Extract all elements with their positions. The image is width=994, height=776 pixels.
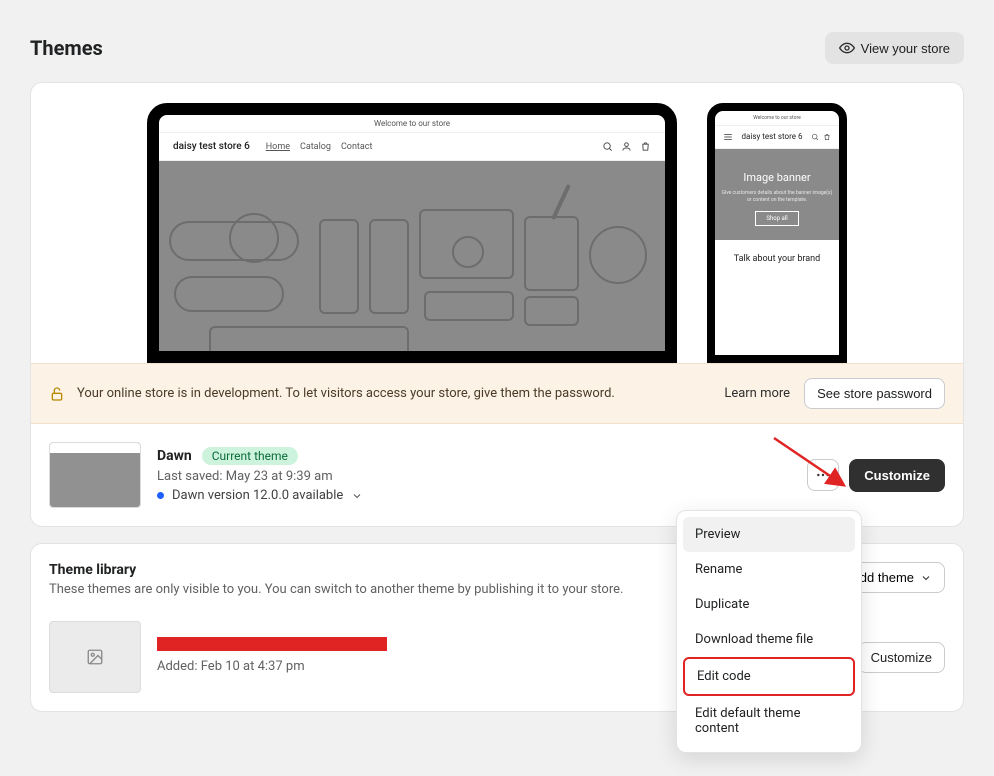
page-title: Themes bbox=[30, 36, 103, 60]
store-header-icons bbox=[602, 141, 651, 152]
mobile-store-name: daisy test store 6 bbox=[742, 133, 803, 142]
user-icon bbox=[621, 141, 632, 152]
store-nav: Home Catalog Contact bbox=[266, 142, 373, 152]
ellipsis-icon bbox=[815, 467, 831, 483]
theme-actions-menu: Preview Rename Duplicate Download theme … bbox=[676, 510, 862, 753]
menu-icon bbox=[723, 132, 733, 142]
library-customize-button[interactable]: Customize bbox=[858, 642, 945, 673]
mobile-announce-bar: Welcome to our store bbox=[715, 111, 839, 126]
view-store-label: View your store bbox=[861, 41, 950, 56]
store-name: daisy test store 6 bbox=[173, 141, 250, 152]
page-header: Themes View your store bbox=[30, 0, 964, 82]
chevron-down-icon bbox=[920, 572, 932, 584]
learn-more-link[interactable]: Learn more bbox=[724, 386, 790, 401]
mobile-banner: Image banner Give customers details abou… bbox=[715, 149, 839, 240]
mobile-brand-text: Talk about your brand bbox=[715, 240, 839, 278]
search-icon bbox=[602, 141, 613, 152]
current-theme-badge: Current theme bbox=[202, 447, 298, 465]
menu-item-download[interactable]: Download theme file bbox=[683, 622, 855, 657]
menu-item-edit-code[interactable]: Edit code bbox=[683, 657, 855, 696]
nav-home: Home bbox=[266, 142, 290, 152]
theme-thumbnail bbox=[49, 442, 141, 508]
redacted-theme-name bbox=[157, 637, 387, 651]
last-saved-text: Last saved: May 23 at 9:39 am bbox=[157, 469, 791, 484]
menu-item-rename[interactable]: Rename bbox=[683, 552, 855, 587]
version-available-line[interactable]: Dawn version 12.0.0 available bbox=[157, 488, 791, 503]
more-actions-button[interactable] bbox=[807, 459, 839, 491]
dev-banner-text: Your online store is in development. To … bbox=[77, 386, 615, 401]
update-dot-icon bbox=[157, 492, 164, 499]
view-store-button[interactable]: View your store bbox=[825, 32, 964, 64]
desktop-preview: Welcome to our store daisy test store 6 … bbox=[147, 103, 677, 363]
store-announce-bar: Welcome to our store bbox=[159, 115, 665, 133]
image-placeholder-icon bbox=[86, 648, 104, 666]
menu-item-duplicate[interactable]: Duplicate bbox=[683, 587, 855, 622]
bag-icon bbox=[823, 133, 831, 141]
customize-button[interactable]: Customize bbox=[849, 459, 945, 492]
library-subtitle: These themes are only visible to you. Yo… bbox=[49, 582, 623, 597]
eye-icon bbox=[839, 40, 855, 56]
search-icon bbox=[811, 133, 819, 141]
chevron-down-icon bbox=[351, 490, 363, 502]
menu-item-edit-default[interactable]: Edit default theme content bbox=[683, 696, 855, 746]
version-available-text: Dawn version 12.0.0 available bbox=[172, 488, 343, 503]
mobile-banner-title: Image banner bbox=[721, 171, 833, 184]
theme-preview-area: Welcome to our store daisy test store 6 … bbox=[31, 83, 963, 363]
mobile-banner-button: Shop all bbox=[755, 211, 798, 226]
nav-catalog: Catalog bbox=[300, 142, 331, 152]
bag-icon bbox=[640, 141, 651, 152]
current-theme-card: Welcome to our store daisy test store 6 … bbox=[30, 82, 964, 527]
see-store-password-button[interactable]: See store password bbox=[804, 378, 945, 409]
store-body bbox=[159, 161, 665, 361]
lock-icon bbox=[49, 386, 65, 402]
menu-item-preview[interactable]: Preview bbox=[683, 517, 855, 552]
store-header: daisy test store 6 Home Catalog Contact bbox=[159, 133, 665, 161]
theme-name: Dawn bbox=[157, 448, 192, 464]
library-thumbnail bbox=[49, 621, 141, 693]
mobile-preview: Welcome to our store daisy test store 6 … bbox=[707, 103, 847, 363]
mobile-banner-sub: Give customers details about the banner … bbox=[721, 190, 833, 203]
nav-contact: Contact bbox=[341, 142, 372, 152]
dev-mode-banner: Your online store is in development. To … bbox=[31, 363, 963, 424]
library-title: Theme library bbox=[49, 562, 623, 578]
